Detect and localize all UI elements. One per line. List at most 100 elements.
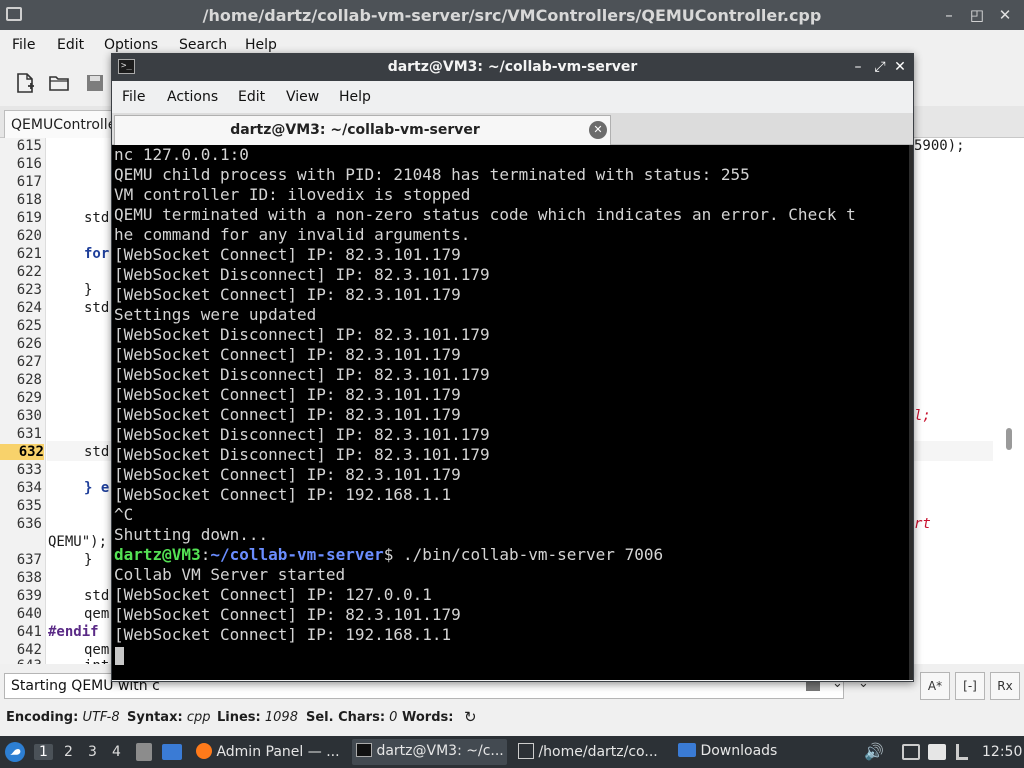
terminal-tab[interactable]: dartz@VM3: ~/collab-vm-server ✕ [114,115,611,145]
refresh-words-icon[interactable]: ↻ [464,708,477,726]
line-number: 625 [16,318,42,334]
minimize-icon[interactable]: – [938,4,960,26]
line-number: 628 [16,372,42,388]
volume-icon[interactable]: 🔊 [864,742,884,761]
editor-scrollbar[interactable] [1006,428,1012,450]
line-number: 636 [16,516,42,532]
open-folder-icon[interactable] [48,72,70,94]
line-number: 637 [16,552,42,568]
monitor-icon[interactable] [902,744,920,760]
terminal-line: [WebSocket Connect] IP: 82.3.101.179 [114,245,461,264]
terminal-scrollbar[interactable] [909,145,913,680]
terminal-output[interactable]: nc 127.0.0.1:0 QEMU child process with P… [112,145,909,680]
terminal-line: Settings were updated [114,305,317,324]
code-text: qem [84,642,110,658]
line-number: 621 [16,246,42,262]
editor-tab[interactable]: QEMUController.cpp [4,110,124,138]
menu-help[interactable]: Help [245,37,277,53]
terminal-line: [WebSocket Connect] IP: 192.168.1.1 [114,625,452,644]
line-number: 634 [16,480,42,496]
close-icon[interactable]: ✕ [994,4,1016,26]
prompt-command: ./bin/collab-vm-server 7006 [393,545,664,564]
prompt-symbol: $ [383,545,394,564]
line-number: 615 [16,138,42,154]
start-menu-icon[interactable] [4,741,26,763]
line-number: 640 [16,606,42,622]
line-number: 642 [16,642,42,658]
line-number: 633 [16,462,42,478]
editor-title-bar[interactable]: /home/dartz/collab-vm-server/src/VMContr… [0,0,1024,30]
line-number: 626 [16,336,42,352]
line-number: 629 [16,390,42,406]
save-icon[interactable] [84,72,106,94]
menu-view[interactable]: View [286,89,319,105]
code-text: std [84,444,110,460]
line-number: 635 [16,498,42,514]
folder-icon [678,743,696,757]
menu-edit[interactable]: Edit [57,37,84,53]
terminal-line: [WebSocket Disconnect] IP: 82.3.101.179 [114,325,490,344]
terminal-line: [WebSocket Connect] IP: 82.3.101.179 [114,285,461,304]
menu-help[interactable]: Help [339,89,371,105]
maximize-icon[interactable]: ◰ [966,4,988,26]
terminal-menu-bar: File Actions Edit View Help [112,81,913,113]
editor-window-title: /home/dartz/collab-vm-server/src/VMContr… [202,6,822,25]
terminal-icon [356,743,372,757]
maximize-icon[interactable]: ⤢ [870,57,890,77]
task-terminal[interactable]: dartz@VM3: ~/c... [352,739,507,765]
line-number: 616 [16,156,42,172]
workspace-1[interactable]: 1 [34,744,53,760]
firefox-icon [196,743,212,759]
terminal-line: [WebSocket Connect] IP: 127.0.0.1 [114,585,432,604]
terminal-cursor [115,647,124,665]
close-tab-icon[interactable]: ✕ [589,121,607,139]
terminal-line: ^C [114,505,134,524]
match-case-button[interactable]: A* [920,672,950,700]
terminal-tab-label: dartz@VM3: ~/collab-vm-server [230,122,480,138]
editor-status-bar: Encoding: UTF-8 Syntax: cpp Lines: 1098 … [0,706,1024,730]
file-manager-launcher-icon[interactable] [136,743,152,761]
whole-word-button[interactable]: [-] [955,672,985,700]
code-text: int [84,658,109,664]
task-admin-panel[interactable]: Admin Panel — ... [192,739,342,765]
code-keyword: for [84,246,110,262]
clipboard-icon[interactable] [928,744,946,760]
task-editor[interactable]: /home/dartz/co... [514,739,666,765]
current-line-number: 632 [0,444,44,460]
code-text: QEMU"); [48,534,108,550]
menu-actions[interactable]: Actions [167,89,218,105]
prompt-separator: : [200,545,211,564]
clock[interactable]: 12:50 [982,744,1022,760]
line-number: 641 [16,624,42,640]
menu-search[interactable]: Search [179,37,227,53]
status-words: Words: [402,710,454,725]
terminal-title-bar[interactable]: >_ dartz@VM3: ~/collab-vm-server – ⤢ ✕ [112,54,913,81]
status-encoding: Encoding: UTF-8 [6,710,120,725]
workspace-3[interactable]: 3 [88,744,97,760]
status-syntax: Syntax: cpp [127,710,211,725]
line-number: 639 [16,588,42,604]
menu-file[interactable]: File [122,89,145,105]
network-icon[interactable] [956,744,968,760]
menu-edit[interactable]: Edit [238,89,265,105]
line-number: 624 [16,300,42,316]
show-desktop-icon[interactable] [162,744,182,760]
task-downloads[interactable]: Downloads [674,739,794,765]
menu-file[interactable]: File [12,37,35,53]
workspace-2[interactable]: 2 [64,744,73,760]
minimize-icon[interactable]: – [848,57,868,77]
line-number: 620 [16,228,42,244]
workspace-4[interactable]: 4 [112,744,121,760]
code-text: } [84,552,93,568]
line-number: 622 [16,264,42,280]
line-number: 630 [16,408,42,424]
menu-options[interactable]: Options [104,37,158,53]
regex-button[interactable]: Rx [990,672,1020,700]
code-text: std [84,300,110,316]
close-icon[interactable]: ✕ [890,57,910,77]
code-text: 5900); [914,138,965,154]
code-string: rt [914,516,931,532]
terminal-line: Collab VM Server started [114,565,346,584]
terminal-line: [WebSocket Connect] IP: 82.3.101.179 [114,465,461,484]
new-file-icon[interactable] [14,72,36,94]
